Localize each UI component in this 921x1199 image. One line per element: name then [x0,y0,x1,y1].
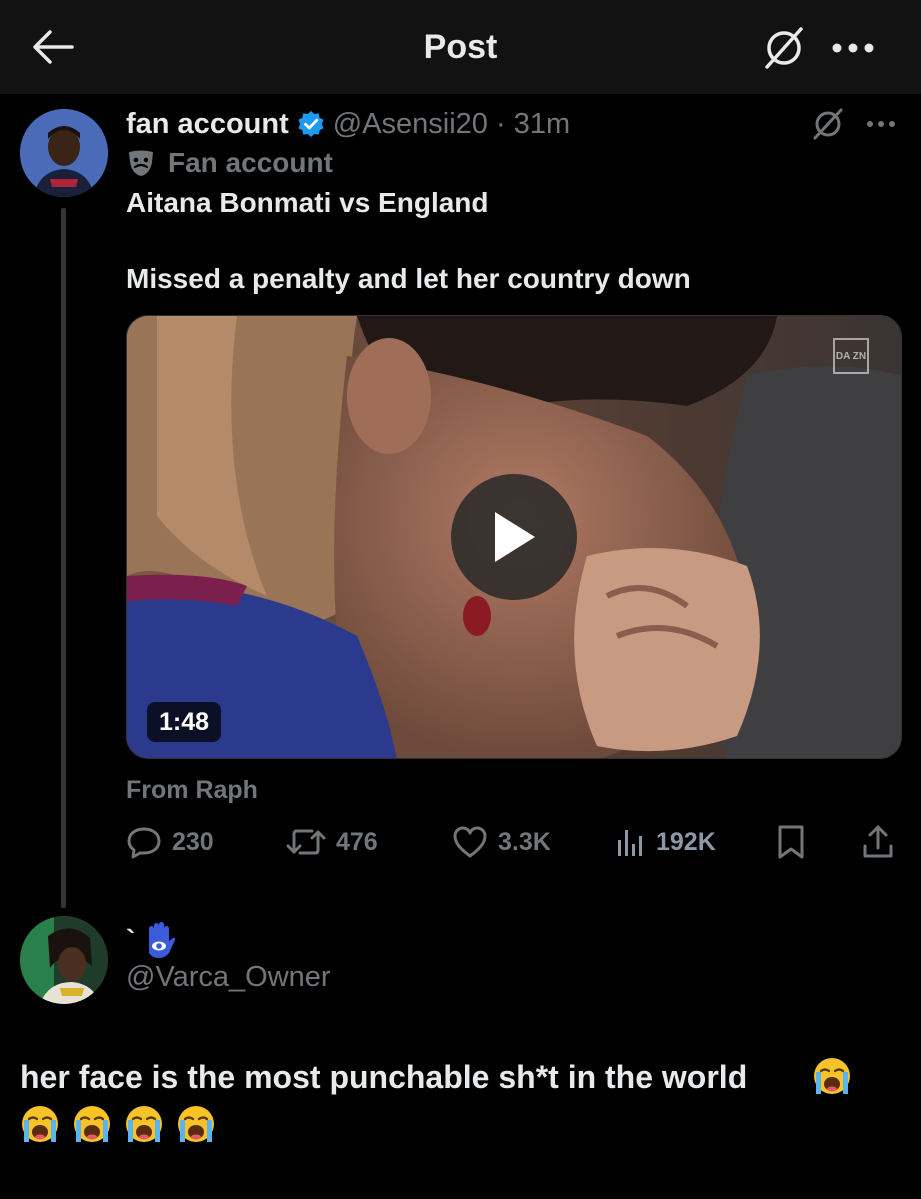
thread-line [61,208,66,908]
views-button[interactable]: 192K [616,822,716,862]
video-duration: 1:48 [147,702,222,742]
share-icon [863,825,893,858]
share-button[interactable] [861,822,895,862]
loudly-crying-face-icon [178,1106,214,1142]
more-icon [832,43,874,53]
grok-post-button[interactable] [806,104,850,144]
verified-badge-icon [297,110,325,138]
avatar-image [20,109,108,197]
repost-icon [286,824,326,860]
theater-masks-icon [129,150,153,176]
reply-emoji-row [20,1104,228,1144]
like-count: 3.3K [498,827,551,856]
more-icon [867,121,895,127]
like-button[interactable]: 3.3K [452,822,551,862]
avatar[interactable] [20,109,108,197]
author-handle[interactable]: @Asensii20 · 31m [333,108,570,141]
loudly-crying-face-icon [74,1106,110,1142]
hamsa-icon [149,922,176,958]
reply-avatar[interactable] [20,916,108,1004]
reply-button[interactable]: 230 [126,822,214,862]
automated-label: Fan account [126,144,333,182]
loudly-crying-face-icon [22,1106,58,1142]
top-bar: Post [0,0,921,94]
video-source[interactable]: From Raph [126,776,258,805]
views-count: 192K [656,827,716,856]
repost-button[interactable]: 476 [286,822,378,862]
reply-count: 230 [172,827,214,856]
bookmark-icon [778,825,804,859]
repost-count: 476 [336,827,378,856]
watermark-text: DA ZN [835,350,867,362]
post-text: Aitana Bonmati vs England Missed a penal… [126,187,691,294]
reply-text: her face is the most punchable sh*t in t… [20,1059,748,1095]
reply-display-name[interactable]: ` [126,924,135,956]
author-name[interactable]: fan account [126,108,289,141]
post-actions: 230 476 3.3K 192K [126,822,902,862]
play-button[interactable] [451,474,577,600]
avatar-image [20,916,108,1004]
watermark-logo: DA ZN [833,338,869,374]
bookmark-button[interactable] [776,822,806,862]
reply-name-row: ` [126,918,177,962]
reply-handle[interactable]: @Varca_Owner [126,961,331,994]
video-player[interactable]: DA ZN 1:48 [126,315,902,759]
grok-icon [765,27,803,69]
label-text: Fan account [168,147,333,178]
grok-button[interactable] [760,24,808,72]
heart-icon [452,825,488,859]
play-icon [495,512,535,562]
loudly-crying-face-icon [126,1106,162,1142]
grok-icon [813,108,843,140]
more-button[interactable] [828,30,878,66]
reply-icon [126,824,162,860]
views-icon [616,826,646,858]
post-author-row: fan account @Asensii20 · 31m [126,104,570,144]
loudly-crying-face-icon [814,1058,850,1094]
post-more-button[interactable] [858,104,904,144]
